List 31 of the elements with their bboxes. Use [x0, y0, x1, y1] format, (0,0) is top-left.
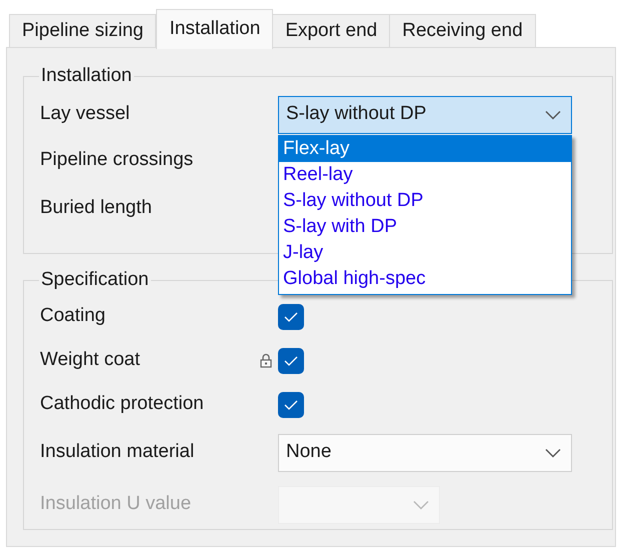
- field-label: Pipeline crossings: [40, 148, 194, 172]
- field-label: Insulation U value: [40, 492, 192, 516]
- group-title: Installation: [40, 64, 133, 88]
- checkbox[interactable]: [278, 392, 304, 418]
- field-label: Coating: [40, 304, 106, 328]
- chevron-down-icon: [413, 500, 429, 510]
- field-label: Weight coat: [40, 348, 141, 372]
- chevron-down-icon: [545, 110, 561, 120]
- dropdown-option[interactable]: S-lay with DP: [279, 214, 571, 240]
- field-label: Cathodic protection: [40, 392, 205, 416]
- dropdown[interactable]: None: [278, 434, 572, 472]
- group-title: Specification: [40, 268, 150, 292]
- tab[interactable]: Export end: [272, 14, 390, 48]
- dropdown-option[interactable]: Global high-spec: [279, 266, 571, 292]
- checkbox[interactable]: [278, 304, 304, 330]
- check-icon: [284, 400, 298, 410]
- field-label: Buried length: [40, 196, 153, 220]
- tab[interactable]: Installation: [156, 9, 274, 49]
- check-icon: [284, 312, 298, 322]
- dropdown-option[interactable]: J-lay: [279, 240, 571, 266]
- dropdown-option[interactable]: Flex-lay: [279, 136, 571, 162]
- tab[interactable]: Pipeline sizing: [9, 14, 156, 48]
- field-label: Insulation material: [40, 440, 196, 464]
- checkbox[interactable]: [278, 348, 304, 374]
- dropdown-option[interactable]: S-lay without DP: [279, 188, 571, 214]
- field-label: Lay vessel: [40, 102, 131, 126]
- tab[interactable]: Receiving end: [389, 14, 536, 48]
- dropdown-option[interactable]: Reel-lay: [279, 162, 571, 188]
- chevron-down-icon: [545, 448, 561, 458]
- dropdown[interactable]: S-lay without DP: [278, 96, 572, 134]
- check-icon: [284, 356, 298, 366]
